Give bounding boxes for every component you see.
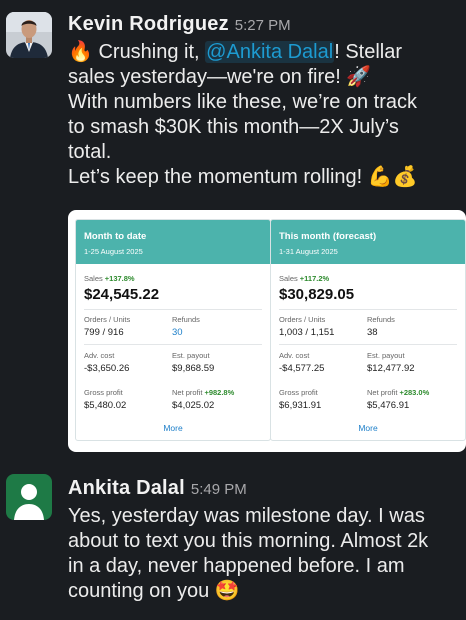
adv-cost-value: -$4,577.25 xyxy=(279,363,325,374)
card-date-range: 1-25 August 2025 xyxy=(84,247,143,256)
card-date-range: 1-31 August 2025 xyxy=(279,247,338,256)
more-link[interactable]: More xyxy=(271,423,465,433)
net-profit-label: Net profit +982.8% xyxy=(172,388,234,397)
message-line: to smash $30K this month—2X July’s xyxy=(68,116,399,138)
payout-value: $9,868.59 xyxy=(172,363,215,374)
net-profit-change: +982.8% xyxy=(204,388,235,397)
sales-label: Sales +137.8% xyxy=(84,274,135,283)
refunds-label: Refunds xyxy=(172,315,200,324)
sales-report-attachment[interactable]: Month to date 1-25 August 2025 Sales +137… xyxy=(68,210,466,452)
divider xyxy=(279,344,457,345)
timestamp[interactable]: 5:27 PM xyxy=(235,17,291,34)
net-profit-change: +283.0% xyxy=(399,388,430,397)
message-fragment: 🔥 Crushing it, xyxy=(68,41,206,63)
net-profit-value: $4,025.02 xyxy=(172,400,215,411)
message-line: With numbers like these, we’re on track xyxy=(68,91,418,113)
sales-value: $30,829.05 xyxy=(279,286,355,303)
refunds-value-link[interactable]: 30 xyxy=(172,327,183,338)
net-profit-label: Net profit +283.0% xyxy=(367,388,429,397)
gross-profit-label: Gross profit xyxy=(84,388,123,397)
author-name[interactable]: Ankita Dalal xyxy=(68,477,185,499)
sales-label-text: Sales xyxy=(84,274,103,283)
gross-profit-label: Gross profit xyxy=(279,388,318,397)
sales-label-text: Sales xyxy=(279,274,298,283)
message-line: 🔥 Crushing it, @Ankita Dalal! Stellar xyxy=(68,40,466,65)
refunds-value: 38 xyxy=(367,327,378,338)
card-header: This month (forecast) 1-31 August 2025 xyxy=(271,220,465,264)
message-line: sales yesterday—we're on fire! 🚀 xyxy=(68,66,372,88)
sales-change: +137.8% xyxy=(104,274,135,283)
avatar-kevin[interactable] xyxy=(6,12,52,58)
author-name[interactable]: Kevin Rodriguez xyxy=(68,13,229,35)
message-line: total. xyxy=(68,141,112,163)
card-header: Month to date 1-25 August 2025 xyxy=(76,220,270,264)
divider xyxy=(84,309,262,310)
card-month-to-date: Month to date 1-25 August 2025 Sales +137… xyxy=(75,219,271,441)
timestamp[interactable]: 5:49 PM xyxy=(191,481,247,498)
adv-cost-label: Adv. cost xyxy=(84,351,115,360)
sales-value: $24,545.22 xyxy=(84,286,160,303)
net-profit-label-text: Net profit xyxy=(367,388,398,397)
card-title: Month to date xyxy=(84,231,147,242)
orders-label: Orders / Units xyxy=(279,315,326,324)
sales-change: +117.2% xyxy=(299,274,330,283)
message-line: in a day, never happened before. I am xyxy=(68,555,405,577)
message-line: counting on you 🤩 xyxy=(68,580,240,602)
gross-profit-value: $6,931.91 xyxy=(279,400,322,411)
payout-value: $12,477.92 xyxy=(367,363,415,374)
message-line: Let’s keep the momentum rolling! 💪💰 xyxy=(68,166,418,188)
message-text: 🔥 Crushing it, @Ankita Dalal! Stellar sa… xyxy=(68,40,466,190)
more-link[interactable]: More xyxy=(76,423,270,433)
payout-label: Est. payout xyxy=(172,351,210,360)
net-profit-label-text: Net profit xyxy=(172,388,203,397)
sales-label: Sales +117.2% xyxy=(279,274,329,283)
net-profit-value: $5,476.91 xyxy=(367,400,410,411)
user-mention[interactable]: @Ankita Dalal xyxy=(205,41,335,63)
message-text: Yes, yesterday was milestone day. I was … xyxy=(68,504,466,604)
divider xyxy=(279,309,457,310)
message-header: Ankita Dalal 5:49 PM xyxy=(68,477,247,500)
orders-value: 799 / 916 xyxy=(84,327,124,338)
avatar-ankita[interactable] xyxy=(6,474,52,520)
refunds-label: Refunds xyxy=(367,315,395,324)
card-month-forecast: This month (forecast) 1-31 August 2025 S… xyxy=(270,219,466,441)
gross-profit-value: $5,480.02 xyxy=(84,400,127,411)
payout-label: Est. payout xyxy=(367,351,405,360)
message-fragment: ! Stellar xyxy=(334,41,403,63)
message-header: Kevin Rodriguez 5:27 PM xyxy=(68,13,291,36)
default-user-icon xyxy=(6,474,52,520)
message-line: about to text you this morning. Almost 2… xyxy=(68,530,429,552)
orders-label: Orders / Units xyxy=(84,315,131,324)
adv-cost-value: -$3,650.26 xyxy=(84,363,130,374)
adv-cost-label: Adv. cost xyxy=(279,351,310,360)
message-line: Yes, yesterday was milestone day. I was xyxy=(68,505,425,527)
divider xyxy=(84,344,262,345)
user-photo-icon xyxy=(6,12,52,58)
orders-value: 1,003 / 1,151 xyxy=(279,327,335,338)
card-title: This month (forecast) xyxy=(279,231,377,242)
